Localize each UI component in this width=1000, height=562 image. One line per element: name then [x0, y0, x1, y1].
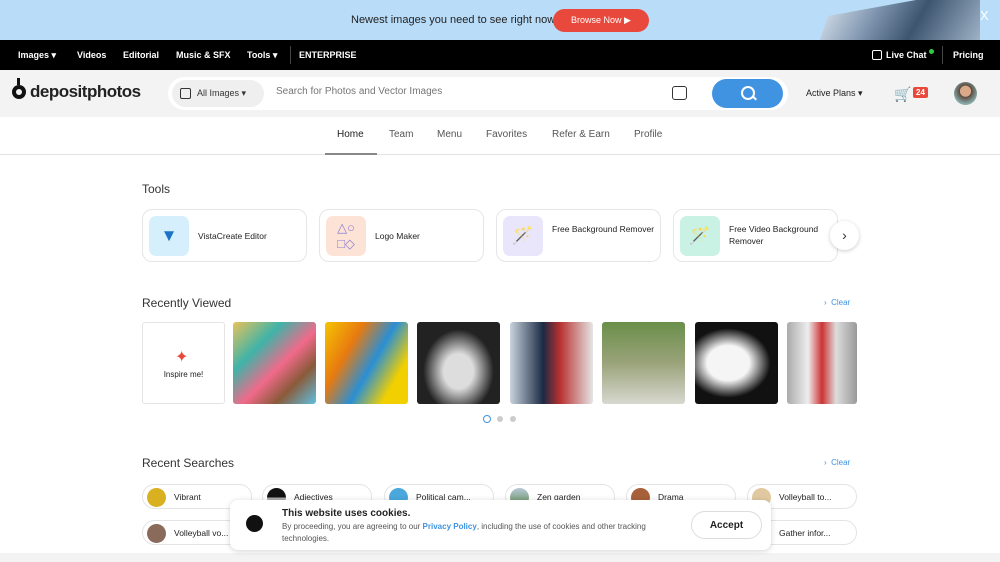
banner-image — [820, 0, 980, 40]
active-plans-dropdown[interactable]: Active Plans ▾ — [806, 88, 863, 99]
cookie-icon — [246, 515, 263, 532]
image-type-dropdown[interactable]: All Images ▾ — [172, 80, 264, 107]
browse-now-button[interactable]: Browse Now ▶ — [553, 9, 649, 32]
recent-image[interactable] — [787, 322, 857, 404]
cookie-banner: This website uses cookies. By proceeding… — [230, 500, 771, 550]
search-input[interactable] — [276, 86, 656, 97]
recent-image[interactable] — [695, 322, 778, 404]
recent-image[interactable] — [510, 322, 593, 404]
inspire-me-tile[interactable]: ✦ Inspire me! — [142, 322, 225, 404]
avatar[interactable] — [954, 82, 977, 105]
tool-vistacreate[interactable]: ▼ VistaCreate Editor — [142, 209, 307, 262]
live-chat-link[interactable]: Live Chat — [886, 50, 927, 60]
page-footer-strip — [0, 553, 1000, 562]
tab-refer-earn[interactable]: Refer & Earn — [552, 129, 610, 140]
tool-background-remover[interactable]: 🪄 Free Background Remover — [496, 209, 661, 262]
cart-icon[interactable]: 🛒 — [894, 86, 911, 103]
divider — [942, 46, 943, 64]
close-icon[interactable]: X — [980, 8, 989, 23]
top-nav: Images ▾ Videos Editorial Music & SFX To… — [0, 40, 1000, 70]
carousel-dot[interactable] — [497, 416, 503, 422]
nav-videos[interactable]: Videos — [77, 50, 106, 60]
active-tab-indicator — [325, 153, 377, 155]
nav-music[interactable]: Music & SFX — [176, 50, 231, 60]
tools-title: Tools — [142, 182, 171, 196]
shapes-icon: △○ □◇ — [326, 216, 366, 256]
tab-favorites[interactable]: Favorites — [486, 129, 527, 140]
tab-menu[interactable]: Menu — [437, 129, 462, 140]
recently-viewed-title: Recently Viewed — [142, 296, 232, 310]
clear-recent-searches[interactable]: › Clear — [824, 458, 850, 467]
camera-search-icon[interactable] — [672, 86, 687, 100]
promo-banner: Newest images you need to see right now … — [0, 0, 1000, 40]
recent-image[interactable] — [417, 322, 500, 404]
search-button[interactable] — [712, 79, 783, 108]
tab-team[interactable]: Team — [389, 129, 413, 140]
pricing-link[interactable]: Pricing — [953, 50, 984, 60]
carousel-dot-active[interactable] — [483, 415, 491, 423]
tool-logo-maker[interactable]: △○ □◇ Logo Maker — [319, 209, 484, 262]
chat-icon — [872, 50, 882, 60]
recent-image[interactable] — [325, 322, 408, 404]
nav-images[interactable]: Images ▾ — [18, 50, 56, 61]
banner-text: Newest images you need to see right now — [351, 14, 556, 26]
cart-count-badge: 24 — [913, 87, 928, 98]
logo-icon — [12, 78, 26, 99]
tab-home[interactable]: Home — [337, 129, 364, 140]
nav-enterprise[interactable]: ENTERPRISE — [299, 50, 357, 60]
nav-editorial[interactable]: Editorial — [123, 50, 159, 60]
cookie-description: By proceeding, you are agreeing to our P… — [282, 522, 646, 543]
recent-image[interactable] — [602, 322, 685, 404]
privacy-policy-link[interactable]: Privacy Policy — [423, 522, 477, 531]
tab-profile[interactable]: Profile — [634, 129, 662, 140]
clear-recently-viewed[interactable]: › Clear — [824, 298, 850, 307]
nav-tools[interactable]: Tools ▾ — [247, 50, 277, 61]
logo[interactable]: depositphotos — [12, 78, 141, 102]
magic-wand-icon: 🪄 — [503, 216, 543, 256]
profile-tabs: Home Team Menu Favorites Refer & Earn Pr… — [0, 117, 1000, 155]
sparkle-icon: ✦ — [175, 349, 189, 366]
carousel-dot[interactable] — [510, 416, 516, 422]
cookie-title: This website uses cookies. — [282, 508, 411, 519]
recent-image[interactable] — [233, 322, 316, 404]
online-indicator — [929, 49, 934, 54]
vistacreate-logo: ▼ — [149, 216, 189, 256]
recent-searches-title: Recent Searches — [142, 456, 235, 470]
magic-wand-icon: 🪄 — [680, 216, 720, 256]
chevron-right-icon[interactable]: › — [830, 221, 859, 250]
accept-cookies-button[interactable]: Accept — [691, 511, 762, 539]
divider — [290, 46, 291, 64]
tool-video-background-remover[interactable]: 🪄 Free Video Background Remover — [673, 209, 838, 262]
